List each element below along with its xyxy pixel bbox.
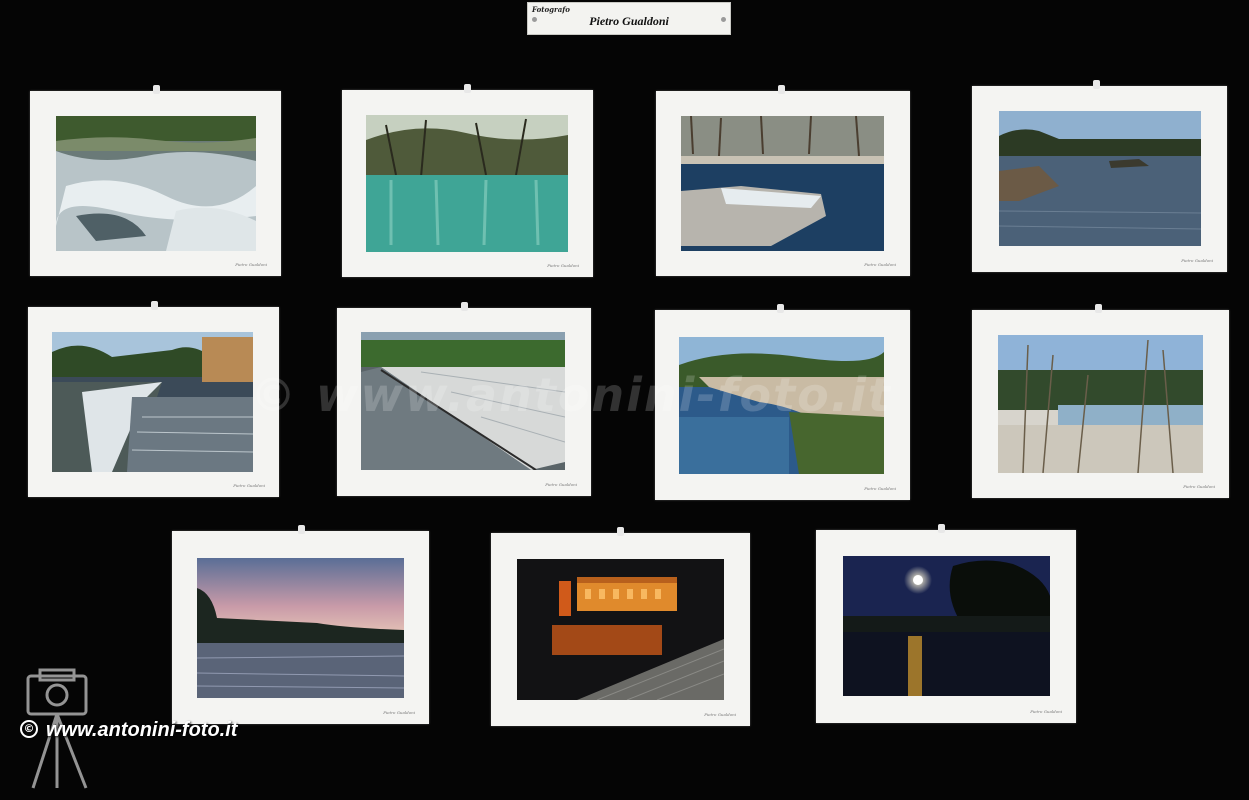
photo-dry-reeds: [998, 335, 1203, 473]
photo-sunset-river: [197, 558, 404, 698]
photo-river-cliff: [679, 337, 884, 474]
photo-frame-dam-spillway: Pietro Gualdoni: [337, 302, 591, 496]
pin: [151, 301, 158, 310]
photo-frame-moonlight-river: Pietro Gualdoni: [816, 524, 1076, 723]
photo-signature: Pietro Gualdoni: [864, 486, 896, 491]
photo-signature: Pietro Gualdoni: [1183, 484, 1215, 489]
pin: [1093, 80, 1100, 89]
photo-green-reflection: [366, 115, 568, 252]
photo-night-building: [517, 559, 724, 700]
photo-frame-calm-river: Pietro Gualdoni: [972, 80, 1227, 272]
photo-signature: Pietro Gualdoni: [1181, 258, 1213, 263]
label-small-text: Fotografo: [532, 5, 570, 14]
photo-signature: Pietro Gualdoni: [235, 262, 267, 267]
photo-signature: Pietro Gualdoni: [704, 712, 736, 717]
pin: [778, 85, 785, 94]
photographer-name: Pietro Gualdoni: [589, 14, 669, 28]
photo-signature: Pietro Gualdoni: [233, 483, 265, 488]
pin: [617, 527, 624, 536]
photo-frame-night-building: Pietro Gualdoni: [491, 527, 750, 726]
photo-frame-river-cliff: Pietro Gualdoni: [655, 304, 910, 500]
photo-frame-dry-reeds: Pietro Gualdoni: [972, 304, 1229, 498]
pin: [1095, 304, 1102, 313]
photographer-label-card: Fotografo Pietro Gualdoni: [527, 2, 731, 35]
pin: [461, 302, 468, 311]
photo-frame-weir-waterfall: Pietro Gualdoni: [28, 301, 279, 497]
photo-signature: Pietro Gualdoni: [383, 710, 415, 715]
photo-weir-waterfall: [52, 332, 253, 472]
photo-frame-green-reflection: Pietro Gualdoni: [342, 84, 593, 277]
photo-rapids: [56, 116, 256, 251]
pin: [777, 304, 784, 313]
photo-frame-rapids: Pietro Gualdoni: [30, 85, 281, 276]
pin: [153, 85, 160, 94]
photo-dam-spillway: [361, 332, 565, 470]
photo-frame-river-ruins: Pietro Gualdoni: [656, 85, 910, 276]
photo-calm-river: [999, 111, 1201, 246]
photo-river-ruins: [681, 116, 884, 251]
photo-signature: Pietro Gualdoni: [1030, 709, 1062, 714]
photo-signature: Pietro Gualdoni: [545, 482, 577, 487]
pin: [938, 524, 945, 533]
photo-frame-sunset-river: Pietro Gualdoni: [172, 525, 429, 724]
photo-moonlight-river: [843, 556, 1050, 696]
pin: [298, 525, 305, 534]
pin: [464, 84, 471, 93]
bottom-watermark: www.antonini-foto.it: [46, 719, 238, 741]
copyright-icon: ©: [20, 720, 38, 738]
photo-signature: Pietro Gualdoni: [864, 262, 896, 267]
photo-signature: Pietro Gualdoni: [547, 263, 579, 268]
